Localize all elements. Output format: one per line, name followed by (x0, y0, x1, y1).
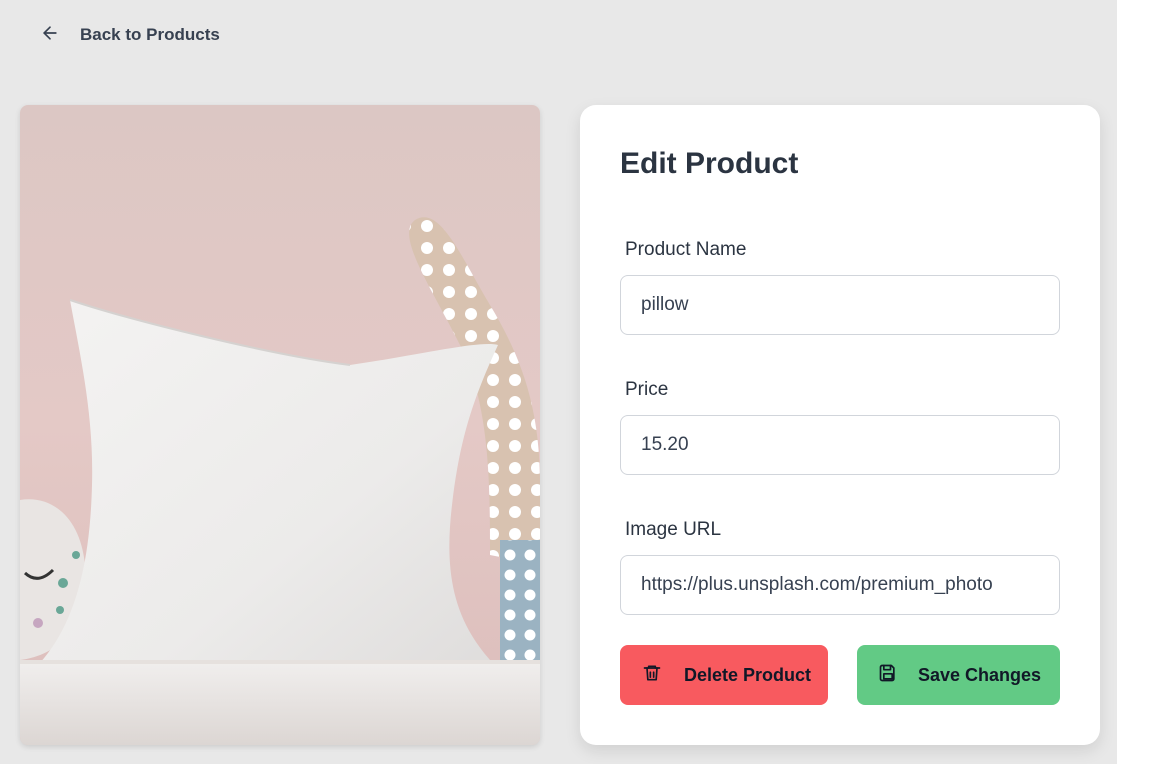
back-to-products-link[interactable]: Back to Products (40, 22, 220, 48)
save-button-label: Save Changes (918, 664, 1042, 685)
product-name-label: Product Name (625, 239, 747, 260)
back-link-label: Back to Products (80, 25, 220, 44)
price-label: Price (625, 379, 669, 400)
arrow-left-icon (40, 23, 60, 48)
save-changes-button[interactable]: Save Changes (857, 645, 1060, 705)
product-name-input[interactable] (620, 275, 1060, 335)
trash-icon (642, 663, 662, 688)
image-url-input[interactable] (620, 555, 1060, 615)
delete-product-button[interactable]: Delete Product (620, 645, 828, 705)
product-image (20, 105, 540, 745)
delete-button-label: Delete Product (684, 664, 812, 685)
page-background: Back to Products Edit Product Product Na… (0, 0, 1117, 764)
edit-product-card: Edit Product Product Name Price Image UR… (580, 105, 1100, 745)
image-url-label: Image URL (625, 519, 722, 540)
save-icon (878, 663, 898, 688)
page-title: Edit Product (620, 147, 799, 180)
price-input[interactable] (620, 415, 1060, 475)
